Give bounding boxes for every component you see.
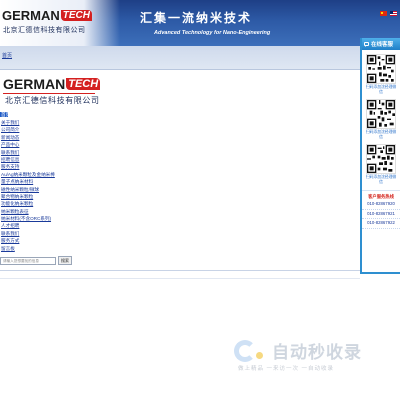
header-banner: GERMAN TECH 北京汇德信科技有限公司 汇集一流纳米技术 Advance… (0, 0, 400, 46)
menu-item[interactable]: 留言板 (0, 245, 120, 252)
content-logo[interactable]: GERMAN TECH (3, 76, 101, 94)
language-switcher (380, 11, 397, 16)
menu-item[interactable]: 联系我们 (0, 230, 120, 237)
qr-caption: 扫码添加沈经理微信 (365, 175, 397, 184)
menu-item[interactable]: 关于我们 (0, 119, 120, 126)
menu-item[interactable]: 磁性纳米颗粒/微球 (0, 186, 120, 193)
nav-home-link[interactable]: 首页 (2, 52, 12, 59)
nav-band: 首页 (0, 46, 360, 70)
menu-item[interactable]: 新闻动态 (0, 134, 120, 141)
search-bar: 搜索 (0, 256, 72, 265)
online-service-header[interactable]: 在线客服 (362, 38, 400, 50)
watermark-text: 自动秒收录 (272, 343, 362, 362)
menu-item[interactable]: 功能化纳米颗粒 (0, 200, 120, 207)
banner-logo-panel (0, 0, 120, 46)
qr-code-icon (366, 54, 396, 84)
menu-item-home[interactable]: 首页 (0, 112, 8, 117)
hotline-title: 客户服务热线 (362, 190, 400, 200)
menu-item[interactable]: 聚合物纳米颗粒 (0, 193, 120, 200)
logo-german-text: GERMAN (2, 8, 60, 23)
watermark-subtext: 做上精品 一来访一次 一自动收录 (238, 366, 335, 372)
site-menu: 首页 关于我们 公司简介 新闻动态 产品中心 联系我们 招聘信息 服务支持 Au… (0, 112, 120, 252)
online-service-panel: 在线客服 扫码添加沈经理微信 扫码添加沈经理微信 扫码添加沈经理微信 客户服务热… (360, 38, 400, 274)
uk-flag-icon[interactable] (390, 11, 397, 16)
header-company-name: 北京汇德信科技有限公司 (3, 26, 86, 34)
china-flag-icon[interactable] (380, 11, 387, 16)
phone-number[interactable]: 010-82867922 (362, 219, 400, 229)
content-company-name: 北京汇德信科技有限公司 (5, 96, 100, 105)
qr-block: 扫码添加沈经理微信 (362, 140, 400, 185)
menu-item[interactable]: 纳米材料(不含ORC系列) (0, 215, 120, 222)
qr-caption: 扫码添加沈经理微信 (365, 130, 397, 139)
phone-number[interactable]: 010-82867920 (362, 200, 400, 210)
search-button[interactable]: 搜索 (58, 256, 72, 265)
menu-item[interactable]: 服务支持 (0, 163, 120, 170)
menu-item[interactable]: 服务方式 (0, 237, 120, 244)
menu-item[interactable]: 人才招聘 (0, 222, 120, 229)
online-service-title: 在线客服 (371, 42, 394, 48)
phone-number[interactable]: 010-82867921 (362, 210, 400, 219)
menu-item[interactable]: 联系我们 (0, 149, 120, 156)
header-slogan-cn: 汇集一流纳米技术 (140, 11, 253, 25)
qr-block: 扫码添加沈经理微信 (362, 50, 400, 95)
qr-block: 扫码添加沈经理微信 (362, 95, 400, 140)
menu-item[interactable]: 量子点纳米材料 (0, 178, 120, 185)
divider (0, 270, 360, 271)
menu-item[interactable]: 产品中心 (0, 141, 120, 148)
qr-code-icon (366, 144, 396, 174)
menu-item[interactable]: Au/Ag纳米颗粒及金纳米棒 (0, 171, 120, 178)
qr-caption: 扫码添加沈经理微信 (365, 85, 397, 94)
watermark: 自动秒收录 (228, 338, 362, 363)
header-logo[interactable]: GERMAN TECH (2, 8, 93, 23)
menu-item[interactable]: 招聘信息 (0, 156, 120, 163)
watermark-logo-icon (228, 339, 268, 362)
menu-item[interactable]: 纳米颗粒表征 (0, 208, 120, 215)
logo-tech-text: TECH (60, 10, 93, 21)
search-input[interactable] (0, 256, 56, 265)
chat-icon (364, 42, 369, 47)
menu-item[interactable]: 公司简介 (0, 126, 120, 133)
logo-underline (3, 93, 95, 94)
qr-code-icon (366, 99, 396, 129)
content-logo-tech: TECH (66, 78, 101, 90)
header-slogan-en: Advanced Technology for Nano-Engineering (154, 30, 271, 36)
divider (0, 278, 360, 279)
content-logo-german: GERMAN (3, 76, 66, 92)
